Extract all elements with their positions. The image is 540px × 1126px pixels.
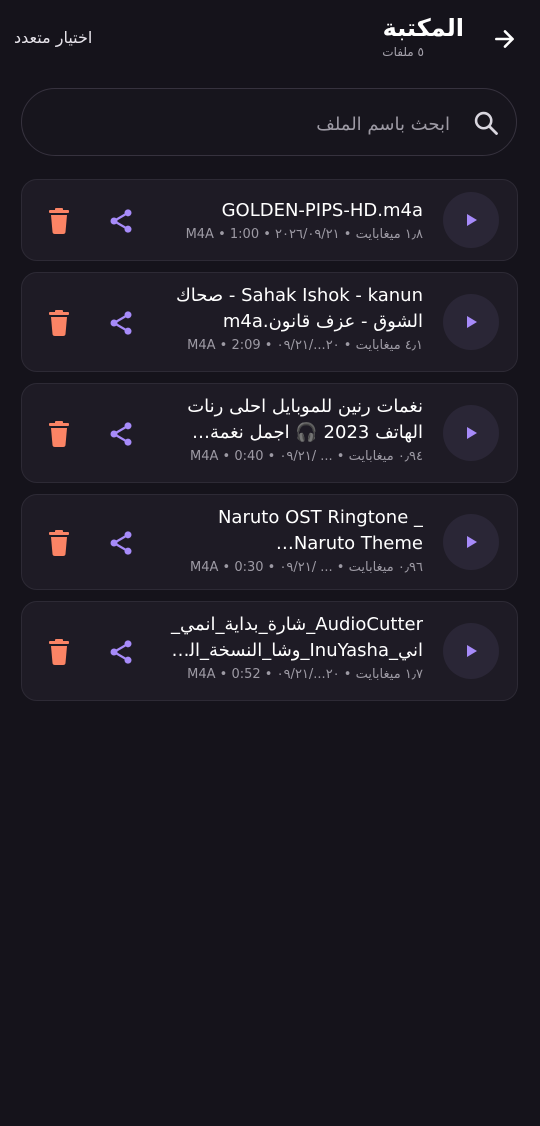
file-name: نغمات رنين للموبايل احلى رنات الهاتف 202… bbox=[187, 396, 423, 443]
file-name: AudioCutter_شارة_بداية_انمي_اني_InuYasha… bbox=[170, 614, 423, 661]
search-input[interactable] bbox=[48, 107, 452, 141]
play-icon bbox=[467, 214, 477, 226]
file-meta: ٠٫٩٤ ميغابايت • ... /٠٩/٢١ • 0:40 • M4A bbox=[189, 449, 423, 464]
play-button[interactable] bbox=[443, 192, 499, 248]
file-meta: ٤٫١ ميغابايت • ٢٠.../٠٩/٢١ • 2:09 • M4A bbox=[187, 338, 423, 353]
share-button[interactable] bbox=[104, 306, 138, 340]
file-meta: ٠٫٩٦ ميغابايت • ... /٠٩/٢١ • 0:30 • M4A bbox=[189, 560, 423, 575]
trash-icon bbox=[49, 421, 69, 447]
play-button[interactable] bbox=[443, 294, 499, 350]
play-icon bbox=[467, 645, 477, 657]
arrow-right-icon bbox=[495, 30, 514, 48]
file-card[interactable]: Sahak Ishok - kanun - صحاك الشوق - عزف ق… bbox=[21, 272, 518, 372]
play-icon bbox=[467, 316, 477, 328]
file-count: ٥ ملفات bbox=[382, 45, 424, 59]
delete-button[interactable] bbox=[44, 526, 74, 560]
file-card[interactable]: Naruto OST Ringtone _ Naruto Theme Song_… bbox=[21, 494, 518, 590]
delete-button[interactable] bbox=[44, 306, 74, 340]
file-info: GOLDEN-PIPS-HD.m4a ١٫٨ ميغابايت • ٢٠٢٦/٠… bbox=[167, 198, 423, 244]
file-info: Sahak Ishok - kanun - صحاك الشوق - عزف ق… bbox=[167, 283, 423, 355]
share-icon bbox=[110, 531, 132, 555]
play-icon bbox=[467, 536, 477, 548]
back-button[interactable] bbox=[490, 24, 520, 54]
file-name: Sahak Ishok - kanun - صحاك الشوق - عزف ق… bbox=[175, 285, 423, 332]
play-button[interactable] bbox=[443, 514, 499, 570]
trash-icon bbox=[49, 208, 69, 234]
title-block: المكتبة ٥ ملفات bbox=[382, 12, 464, 60]
share-icon bbox=[110, 311, 132, 335]
share-button[interactable] bbox=[104, 635, 138, 669]
delete-button[interactable] bbox=[44, 204, 74, 238]
multi-select-button[interactable]: اختيار متعدد bbox=[14, 28, 92, 47]
file-name: Naruto OST Ringtone _ Naruto Theme Song_… bbox=[217, 507, 423, 554]
play-icon bbox=[467, 427, 477, 439]
trash-icon bbox=[49, 530, 69, 556]
file-info: نغمات رنين للموبايل احلى رنات الهاتف 202… bbox=[167, 394, 423, 466]
delete-button[interactable] bbox=[44, 635, 74, 669]
share-icon bbox=[110, 640, 132, 664]
file-meta: ١٫٨ ميغابايت • ٢٠٢٦/٠٩/٢١ • 1:00 • M4A bbox=[185, 227, 423, 242]
page-title: المكتبة bbox=[382, 14, 464, 42]
share-button[interactable] bbox=[104, 417, 138, 451]
search-icon[interactable] bbox=[472, 109, 500, 137]
trash-icon bbox=[49, 639, 69, 665]
trash-icon bbox=[49, 310, 69, 336]
share-icon bbox=[110, 422, 132, 446]
file-card[interactable]: GOLDEN-PIPS-HD.m4a ١٫٨ ميغابايت • ٢٠٢٦/٠… bbox=[21, 179, 518, 261]
delete-button[interactable] bbox=[44, 417, 74, 451]
file-card[interactable]: نغمات رنين للموبايل احلى رنات الهاتف 202… bbox=[21, 383, 518, 483]
file-card[interactable]: AudioCutter_شارة_بداية_انمي_اني_InuYasha… bbox=[21, 601, 518, 701]
share-icon bbox=[110, 209, 132, 233]
search-bar bbox=[21, 88, 517, 156]
file-info: AudioCutter_شارة_بداية_انمي_اني_InuYasha… bbox=[167, 612, 423, 684]
file-meta: ١٫٧ ميغابايت • ٢٠.../٠٩/٢١ • 0:52 • M4A bbox=[187, 667, 423, 682]
share-button[interactable] bbox=[104, 526, 138, 560]
play-button[interactable] bbox=[443, 623, 499, 679]
play-button[interactable] bbox=[443, 405, 499, 461]
app-header: المكتبة ٥ ملفات اختيار متعدد bbox=[0, 0, 540, 80]
share-button[interactable] bbox=[104, 204, 138, 238]
file-name: GOLDEN-PIPS-HD.m4a bbox=[221, 200, 423, 221]
file-info: Naruto OST Ringtone _ Naruto Theme Song_… bbox=[167, 505, 423, 577]
